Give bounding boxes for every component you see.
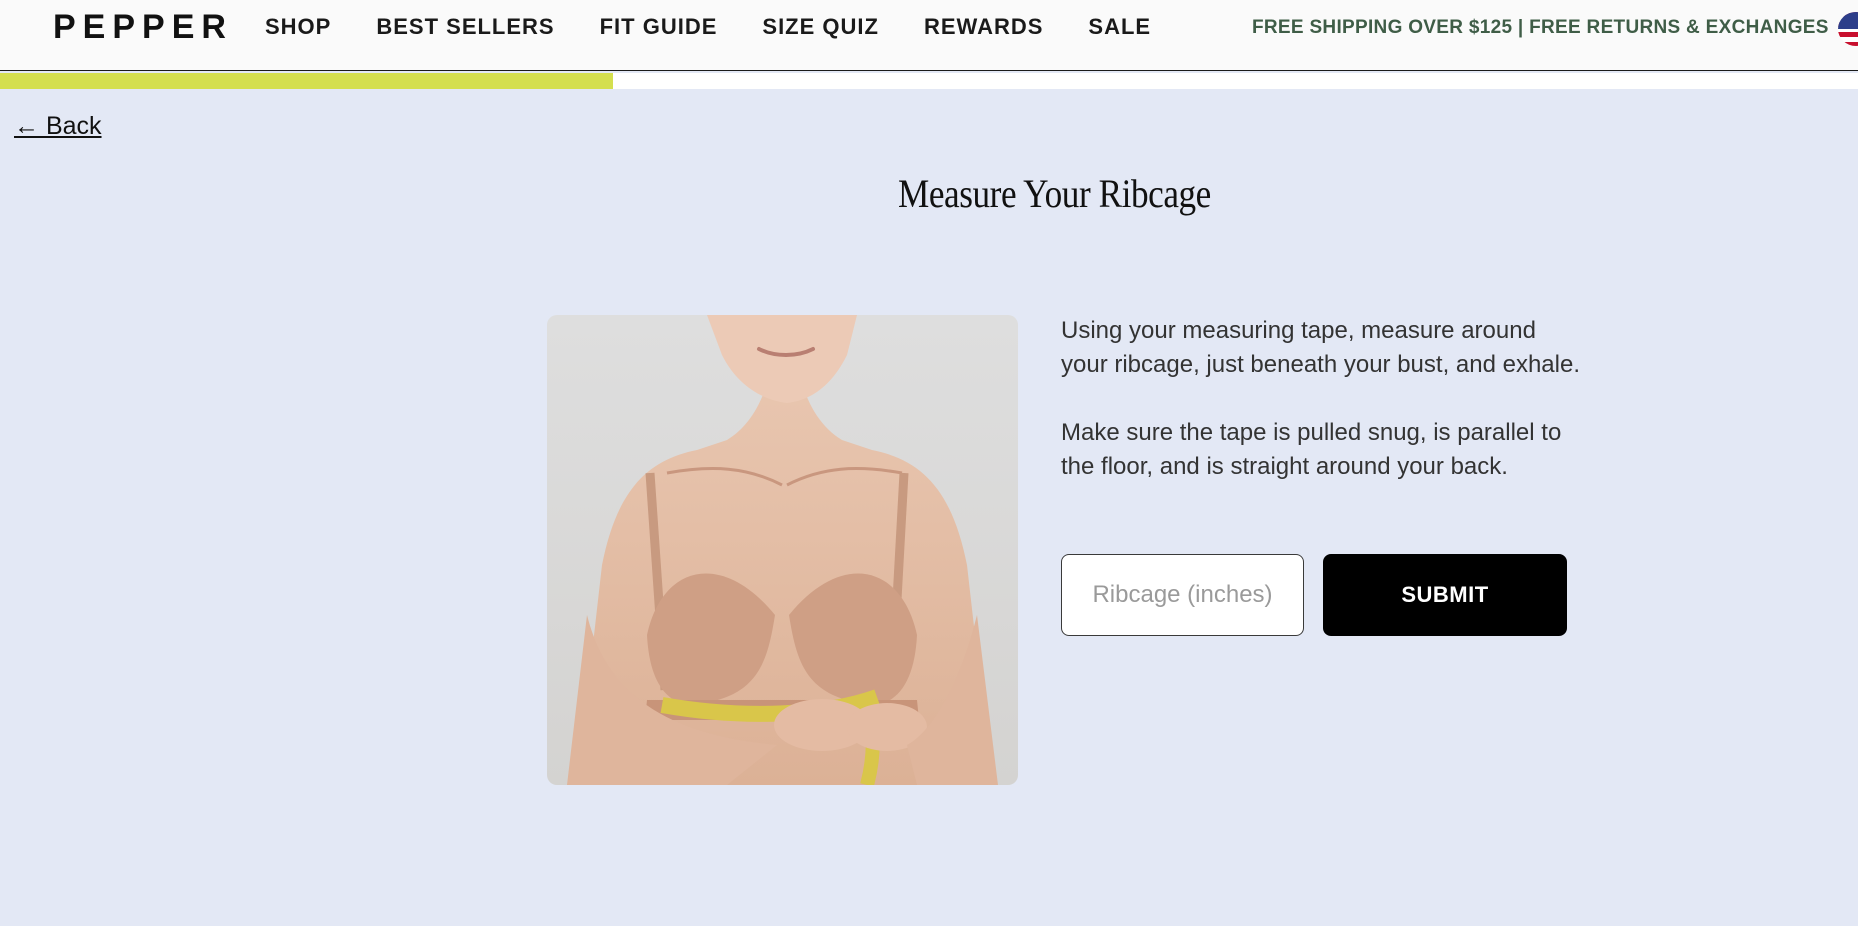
nav-item-rewards[interactable]: REWARDS xyxy=(924,14,1043,40)
flag-canton xyxy=(1838,12,1858,29)
nav-item-size-quiz[interactable]: SIZE QUIZ xyxy=(762,14,879,40)
instruction-paragraph: Make sure the tape is pulled snug, is pa… xyxy=(1061,419,1562,480)
quiz-progress-fill xyxy=(0,73,614,89)
ribcage-input[interactable] xyxy=(1061,554,1304,636)
ribcage-measurement-photo xyxy=(547,315,1018,785)
promo-banner-text: FREE SHIPPING OVER $125 | FREE RETURNS &… xyxy=(1252,17,1829,38)
quiz-progress-bar xyxy=(0,73,1858,89)
main-nav: SHOP BEST SELLERS FIT GUIDE SIZE QUIZ RE… xyxy=(265,14,1196,40)
model-measuring-ribcage-illustration xyxy=(567,315,998,785)
instruction-paragraph: Using your measuring tape, measure aroun… xyxy=(1061,317,1580,378)
pepper-logo[interactable]: PEPPER xyxy=(53,8,233,47)
nav-item-sale[interactable]: SALE xyxy=(1088,14,1151,40)
back-link[interactable]: ← Back xyxy=(14,112,102,141)
nav-item-best-sellers[interactable]: BEST SELLERS xyxy=(376,14,554,40)
nav-item-shop[interactable]: SHOP xyxy=(265,14,331,40)
us-flag-icon[interactable] xyxy=(1838,12,1858,46)
measurement-instructions: Using your measuring tape, measure aroun… xyxy=(1061,314,1581,484)
site-header: PEPPER SHOP BEST SELLERS FIT GUIDE SIZE … xyxy=(0,0,1858,71)
submit-button[interactable]: SUBMIT xyxy=(1323,554,1567,636)
page-title: Measure Your Ribcage xyxy=(898,171,1211,216)
nav-item-fit-guide[interactable]: FIT GUIDE xyxy=(600,14,718,40)
